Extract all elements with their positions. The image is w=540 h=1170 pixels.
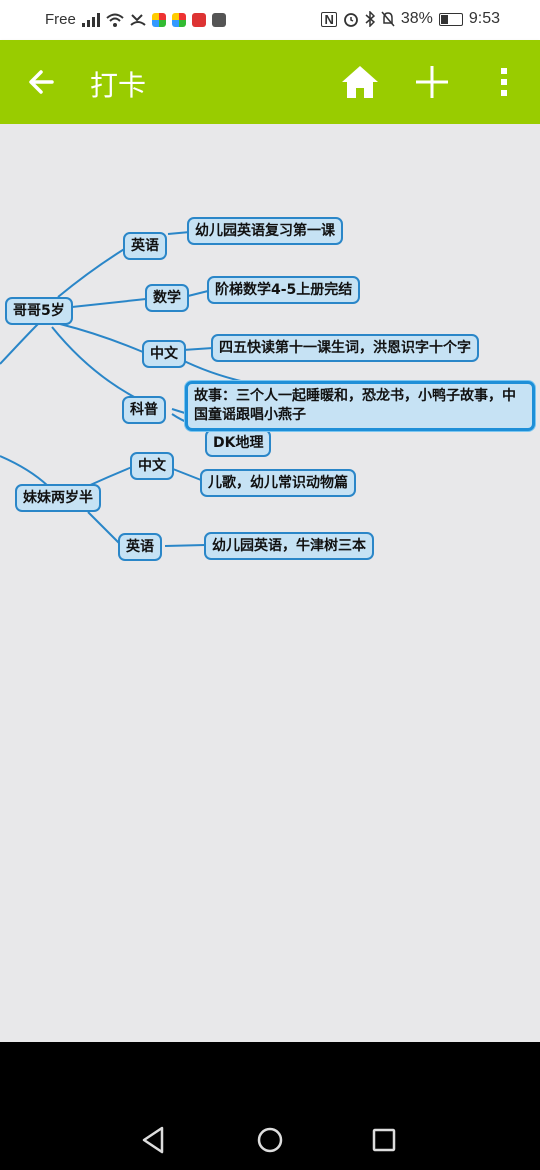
alarm-icon <box>343 13 358 27</box>
connector-line <box>164 544 206 547</box>
status-left: Free <box>45 11 226 28</box>
nfc-icon: N <box>321 11 337 27</box>
add-button[interactable] <box>408 58 456 106</box>
nav-home-button[interactable] <box>246 1120 294 1160</box>
mindmap-node-meimei-chinese[interactable]: 中文 <box>130 452 174 480</box>
mindmap-node-math[interactable]: 数学 <box>145 284 189 312</box>
status-bar: Free N 38% 9:53 <box>0 0 540 40</box>
mindmap-node-meimei-english[interactable]: 英语 <box>118 533 162 561</box>
triangle-back-icon <box>142 1126 164 1154</box>
more-vertical-icon <box>501 68 507 96</box>
mindmap-node-chinese-detail[interactable]: 四五快读第十一课生词，洪恩识字十个字 <box>211 334 479 362</box>
connector-line <box>71 298 147 308</box>
battery-percent: 38% <box>400 10 433 27</box>
mindmap-node-gege[interactable]: 哥哥5岁 <box>5 297 73 325</box>
mindmap-node-meimei-english-detail[interactable]: 幼儿园英语，牛津树三本 <box>204 532 374 560</box>
battery-icon <box>438 12 463 26</box>
signal-icon <box>81 12 100 27</box>
mindmap-canvas[interactable]: 哥哥5岁 英语 幼儿园英语复习第一课 数学 阶梯数学4-5上册完结 中文 四五快… <box>0 124 540 1042</box>
home-button[interactable] <box>336 58 384 106</box>
mindmap-node-science-story[interactable]: 故事：三个人一起睡暖和，恐龙书，小鸭子故事，中国童谣跟唱小燕子 <box>185 381 535 431</box>
mindmap-node-science[interactable]: 科普 <box>122 396 166 424</box>
mindmap-node-science-dk[interactable]: DK地理 <box>205 429 272 457</box>
app-toolbar: 打卡 <box>0 40 540 124</box>
mute-bell-icon <box>381 11 395 27</box>
app-notification-icon <box>171 12 186 27</box>
mindmap-node-meimei[interactable]: 妹妹两岁半 <box>15 484 101 512</box>
app-notification-icon <box>191 12 206 27</box>
page-title: 打卡 <box>90 69 147 102</box>
mindmap-node-math-detail[interactable]: 阶梯数学4-5上册完结 <box>207 276 361 304</box>
nav-recents-button[interactable] <box>360 1120 408 1160</box>
square-recents-icon <box>372 1128 396 1152</box>
connector-line <box>0 455 49 487</box>
connector-line <box>187 290 209 297</box>
connector-line <box>0 323 39 365</box>
connector-line <box>59 323 144 353</box>
arrow-left-icon <box>29 70 54 94</box>
clock: 9:53 <box>468 10 500 27</box>
connector-line <box>51 326 139 400</box>
navigation-bar <box>0 1042 540 1170</box>
nav-back-button[interactable] <box>130 1120 178 1160</box>
connector-line <box>57 247 127 298</box>
connector-line <box>87 511 121 545</box>
mail-icon <box>211 12 226 27</box>
connector-line <box>179 358 246 383</box>
mindmap-node-english[interactable]: 英语 <box>123 232 167 260</box>
circle-home-icon <box>257 1127 283 1153</box>
home-icon <box>342 66 378 98</box>
mindmap-node-english-detail[interactable]: 幼儿园英语复习第一课 <box>187 217 343 245</box>
status-right: N 38% 9:53 <box>321 10 500 28</box>
plus-icon <box>416 66 448 98</box>
missed-call-icon <box>130 13 146 26</box>
mindmap-connectors <box>0 231 246 547</box>
mindmap-node-meimei-chinese-detail[interactable]: 儿歌，幼儿常识动物篇 <box>200 469 356 497</box>
bluetooth-icon <box>365 11 375 27</box>
back-button[interactable] <box>18 58 66 106</box>
wifi-icon <box>106 13 124 27</box>
app-notification-icon <box>151 12 166 27</box>
more-options-button[interactable] <box>480 58 528 106</box>
connector-line <box>182 347 214 351</box>
carrier-label: Free <box>45 11 76 28</box>
connector-line <box>172 468 202 481</box>
mindmap-node-chinese[interactable]: 中文 <box>142 340 186 368</box>
